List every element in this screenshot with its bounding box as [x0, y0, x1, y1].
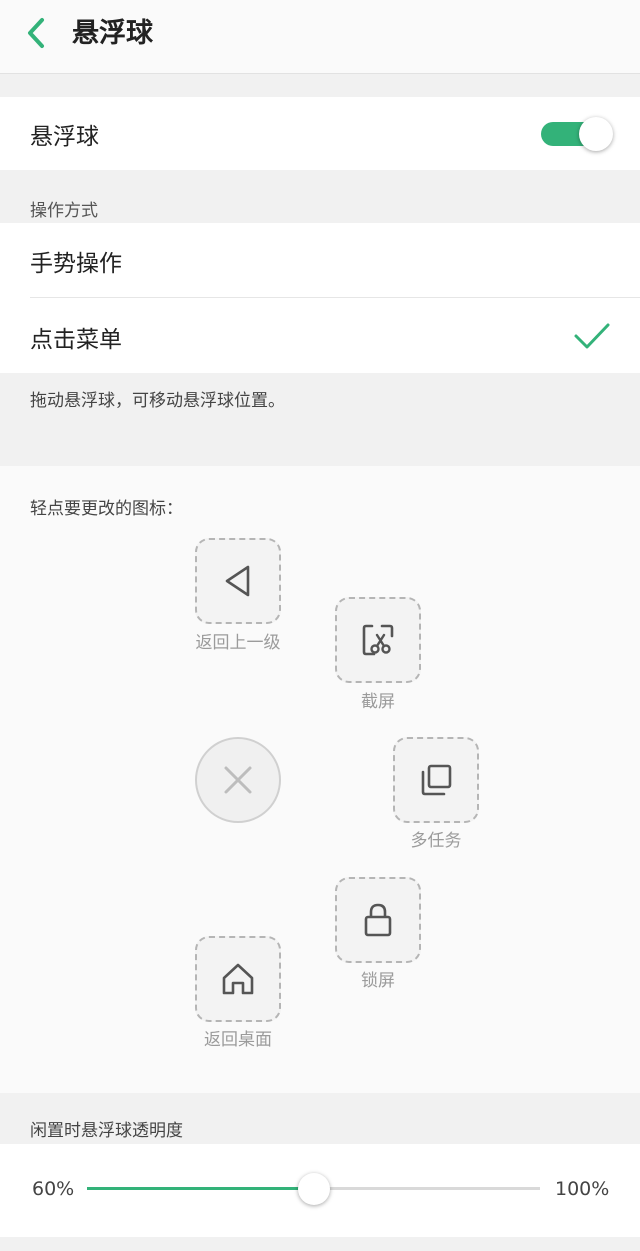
home-label: 返回桌面 [204, 1030, 272, 1050]
lock-slot[interactable] [335, 877, 421, 963]
opacity-slider-knob[interactable] [298, 1173, 330, 1205]
floating-ball-switch[interactable] [541, 117, 613, 151]
app-header: 悬浮球 [0, 0, 640, 74]
page-title: 悬浮球 [72, 18, 153, 49]
home-slot[interactable] [195, 936, 281, 1022]
opacity-section-label: 闲置时悬浮球透明度 [30, 1121, 183, 1141]
multitask-slot[interactable] [393, 737, 479, 823]
back-label: 返回上一级 [195, 633, 281, 653]
switch-knob [579, 117, 613, 151]
back-slot[interactable] [195, 538, 281, 624]
icon-editor-panel [0, 466, 640, 1093]
option-tap-menu[interactable]: 点击菜单 [0, 298, 640, 373]
operation-section-label: 操作方式 [30, 201, 98, 221]
floating-ball-toggle-label: 悬浮球 [30, 124, 99, 150]
chevron-left-icon [28, 18, 44, 48]
option-gesture[interactable]: 手势操作 [0, 223, 640, 297]
home-icon [222, 963, 254, 995]
back-button[interactable] [18, 14, 58, 54]
lock-label: 锁屏 [361, 971, 395, 991]
close-icon [224, 766, 252, 794]
lock-icon [364, 903, 392, 937]
multitask-label: 多任务 [410, 831, 462, 851]
slider-min-label: 60% [32, 1178, 75, 1200]
screenshot-icon [362, 624, 394, 656]
checkmark-icon [574, 323, 610, 349]
option-gesture-label: 手势操作 [30, 251, 122, 277]
drag-hint: 拖动悬浮球，可移动悬浮球位置。 [30, 391, 285, 411]
back-icon [225, 565, 250, 597]
icon-editor-label: 轻点要更改的图标： [30, 499, 183, 519]
screenshot-slot[interactable] [335, 597, 421, 683]
slider-max-label: 100% [555, 1178, 610, 1200]
option-tap-menu-label: 点击菜单 [30, 327, 122, 353]
screenshot-label: 截屏 [361, 692, 395, 712]
multitask-icon [421, 764, 452, 796]
close-ball-button[interactable] [195, 737, 281, 823]
opacity-slider-fill [87, 1187, 314, 1190]
